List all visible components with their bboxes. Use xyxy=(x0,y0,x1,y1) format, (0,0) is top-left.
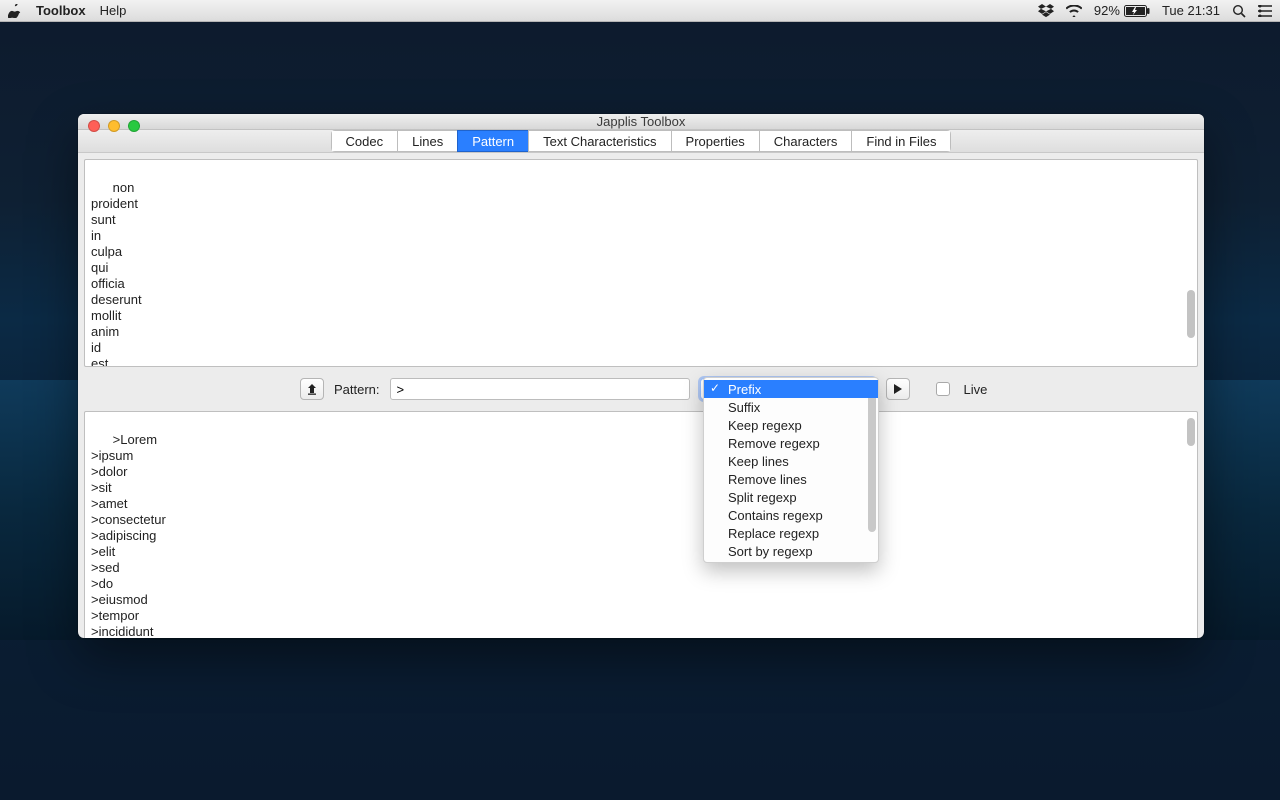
output-textarea[interactable]: >Lorem >ipsum >dolor >sit >amet >consect… xyxy=(84,411,1198,638)
check-icon: ✓ xyxy=(710,381,720,395)
tab-characters[interactable]: Characters xyxy=(759,130,852,152)
dropdown-item-split-regexp[interactable]: Split regexp xyxy=(704,488,878,506)
menubar-clock[interactable]: Tue 21:31 xyxy=(1162,3,1220,18)
dropdown-item-replace-regexp[interactable]: Replace regexp xyxy=(704,524,878,542)
dropdown-item-label: Sort by regexp xyxy=(728,544,813,559)
zoom-button[interactable] xyxy=(128,120,140,132)
pattern-controls: Pattern: Prefix ▲▼ Live xyxy=(84,373,1198,405)
input-text-content: non proident sunt in culpa qui officia d… xyxy=(91,180,142,367)
menubar-item-help[interactable]: Help xyxy=(100,3,127,18)
battery-percent: 92% xyxy=(1094,3,1120,18)
pattern-label: Pattern: xyxy=(334,382,380,397)
dropdown-item-keep-lines[interactable]: Keep lines xyxy=(704,452,878,470)
menubar: Toolbox Help 92% Tue 21:31 xyxy=(0,0,1280,22)
apple-menu-icon[interactable] xyxy=(8,4,22,18)
dropdown-item-label: Keep regexp xyxy=(728,418,802,433)
live-label: Live xyxy=(964,382,988,397)
window-title: Japplis Toolbox xyxy=(597,114,686,129)
dropdown-item-prefix[interactable]: ✓ Prefix xyxy=(704,380,878,398)
scrollbar-thumb[interactable] xyxy=(1187,290,1195,338)
battery-status[interactable]: 92% xyxy=(1094,3,1150,18)
dropdown-item-keep-regexp[interactable]: Keep regexp xyxy=(704,416,878,434)
tab-lines[interactable]: Lines xyxy=(397,130,457,152)
dropdown-item-contains-regexp[interactable]: Contains regexp xyxy=(704,506,878,524)
dropdown-item-label: Remove lines xyxy=(728,472,807,487)
dropdown-item-label: Remove regexp xyxy=(728,436,820,451)
tab-properties[interactable]: Properties xyxy=(671,130,759,152)
dropdown-item-remove-lines[interactable]: Remove lines xyxy=(704,470,878,488)
tab-find-in-files[interactable]: Find in Files xyxy=(851,130,951,152)
dropdown-item-label: Prefix xyxy=(728,382,761,397)
input-textarea[interactable]: non proident sunt in culpa qui officia d… xyxy=(84,159,1198,367)
spotlight-icon[interactable] xyxy=(1232,4,1246,18)
mode-dropdown-menu[interactable]: ✓ Prefix Suffix Keep regexp Remove regexp Kee… xyxy=(703,377,879,563)
titlebar[interactable]: Japplis Toolbox xyxy=(78,114,1204,130)
close-button[interactable] xyxy=(88,120,100,132)
app-window: Japplis Toolbox CodecLinesPatternText Ch… xyxy=(78,114,1204,638)
dropdown-item-label: Replace regexp xyxy=(728,526,819,541)
dropdown-item-label: Suffix xyxy=(728,400,760,415)
live-checkbox[interactable] xyxy=(936,382,950,396)
run-button[interactable] xyxy=(886,378,910,400)
dropbox-icon[interactable] xyxy=(1038,4,1054,18)
menubar-app-name[interactable]: Toolbox xyxy=(36,3,86,18)
dropdown-item-sort-by-regexp[interactable]: Sort by regexp xyxy=(704,542,878,560)
tab-text-characteristics[interactable]: Text Characteristics xyxy=(528,130,670,152)
dropdown-item-suffix[interactable]: Suffix xyxy=(704,398,878,416)
minimize-button[interactable] xyxy=(108,120,120,132)
output-text-content: >Lorem >ipsum >dolor >sit >amet >consect… xyxy=(91,432,166,638)
dropdown-item-label: Contains regexp xyxy=(728,508,823,523)
dropdown-item-label: Split regexp xyxy=(728,490,797,505)
dropdown-item-remove-regexp[interactable]: Remove regexp xyxy=(704,434,878,452)
swap-up-button[interactable] xyxy=(300,378,324,400)
tab-bar: CodecLinesPatternText CharacteristicsPro… xyxy=(78,130,1204,153)
scrollbar-thumb[interactable] xyxy=(1187,418,1195,446)
pattern-input[interactable] xyxy=(390,378,690,400)
tab-codec[interactable]: Codec xyxy=(331,130,398,152)
dropdown-item-label: Keep lines xyxy=(728,454,789,469)
notification-center-icon[interactable] xyxy=(1258,5,1272,17)
wifi-icon[interactable] xyxy=(1066,5,1082,17)
tab-pattern[interactable]: Pattern xyxy=(457,130,528,152)
